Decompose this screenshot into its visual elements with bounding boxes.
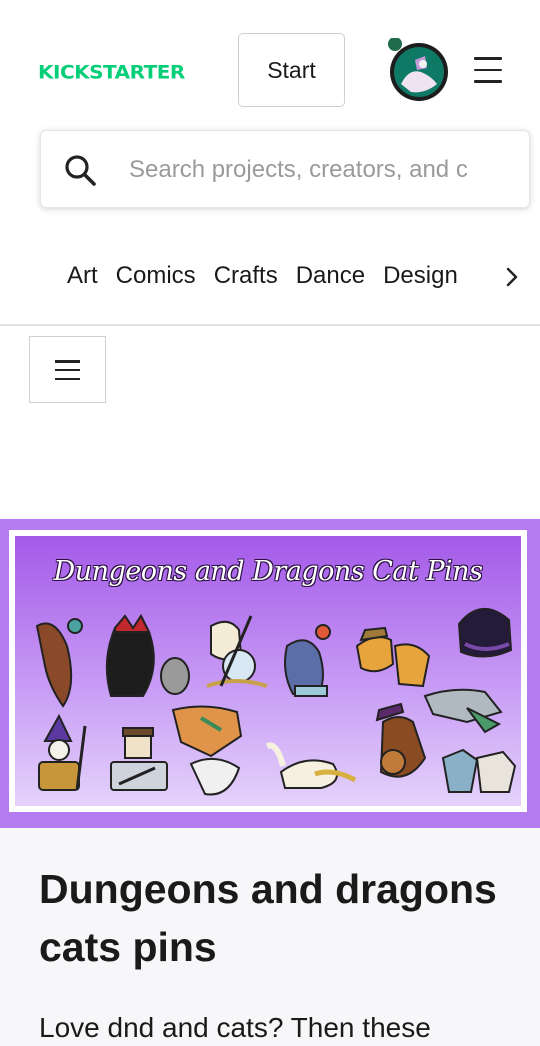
search-input[interactable]	[129, 151, 514, 189]
cat-pin-brown	[35, 618, 83, 708]
project-info: Dungeons and dragons cats pins Love dnd …	[0, 828, 540, 1046]
category-design[interactable]: Design	[383, 262, 458, 290]
cat-pin-wizard	[38, 713, 87, 791]
cat-pin-lounging	[265, 742, 357, 789]
cat-pin-white-staff	[206, 615, 268, 688]
cat-pin-tabby	[171, 705, 243, 796]
cat-pin-lute	[375, 702, 427, 778]
cat-pin-blue-cape	[284, 624, 331, 697]
project-blurb: Love dnd and cats? Then these	[39, 1012, 431, 1043]
search-bar[interactable]	[40, 130, 530, 208]
category-art[interactable]: Art	[67, 262, 98, 290]
hero-banner: Dungeons and Dragons Cat Pins	[9, 530, 527, 812]
user-avatar[interactable]	[385, 38, 449, 102]
search-icon	[65, 155, 96, 186]
category-list: Art Comics Crafts Dance Design	[67, 262, 489, 290]
project-hero-image[interactable]: Dungeons and Dragons Cat Pins	[0, 519, 540, 828]
cat-pin-mask	[441, 748, 517, 793]
main-menu-icon[interactable]	[474, 57, 502, 83]
cat-pin-ranger	[423, 688, 503, 734]
project-title[interactable]: Dungeons and dragons cats pins	[39, 860, 509, 976]
start-button[interactable]: Start	[238, 33, 345, 107]
cat-pin-black-purple	[457, 607, 513, 658]
cat-pin-orange-hat	[355, 626, 431, 688]
chevron-right-icon[interactable]	[501, 266, 523, 288]
header-divider	[0, 324, 540, 326]
cat-pin-bard-grey	[110, 727, 168, 791]
kickstarter-logo[interactable]: KICKSTARTER	[38, 61, 185, 84]
hamburger-menu-icon	[55, 360, 80, 380]
category-crafts[interactable]: Crafts	[214, 262, 278, 290]
category-nav: Art Comics Crafts Dance Design	[0, 248, 540, 308]
category-comics[interactable]: Comics	[116, 262, 196, 290]
cat-pins-illustration	[35, 607, 517, 796]
cat-pin-black-horned	[105, 614, 190, 697]
category-dance[interactable]: Dance	[296, 262, 365, 290]
secondary-menu-button[interactable]	[29, 336, 106, 403]
